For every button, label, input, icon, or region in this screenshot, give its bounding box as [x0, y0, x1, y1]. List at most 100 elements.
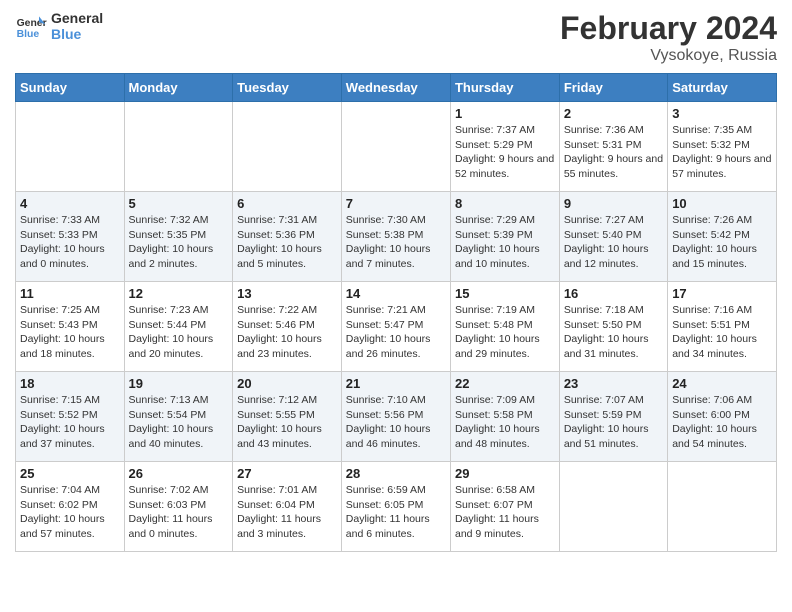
- weekday-header-row: SundayMondayTuesdayWednesdayThursdayFrid…: [16, 74, 777, 102]
- day-number: 9: [564, 196, 663, 211]
- day-cell: 24 Sunrise: 7:06 AM Sunset: 6:00 PM Dayli…: [668, 372, 777, 462]
- day-info: Sunrise: 7:36 AM Sunset: 5:31 PM Dayligh…: [564, 123, 663, 182]
- location: Vysokoye, Russia: [560, 47, 777, 65]
- day-cell: 10 Sunrise: 7:26 AM Sunset: 5:42 PM Dayli…: [668, 192, 777, 282]
- day-info: Sunrise: 7:02 AM Sunset: 6:03 PM Dayligh…: [129, 483, 229, 542]
- day-number: 21: [346, 376, 446, 391]
- day-cell: 7 Sunrise: 7:30 AM Sunset: 5:38 PM Daylig…: [341, 192, 450, 282]
- day-number: 10: [672, 196, 772, 211]
- day-info: Sunrise: 7:15 AM Sunset: 5:52 PM Dayligh…: [20, 393, 120, 452]
- day-number: 28: [346, 466, 446, 481]
- day-cell: 2 Sunrise: 7:36 AM Sunset: 5:31 PM Daylig…: [559, 102, 667, 192]
- day-cell: 21 Sunrise: 7:10 AM Sunset: 5:56 PM Dayli…: [341, 372, 450, 462]
- day-info: Sunrise: 7:31 AM Sunset: 5:36 PM Dayligh…: [237, 213, 337, 272]
- day-number: 3: [672, 106, 772, 121]
- logo: General Blue General Blue: [15, 10, 103, 42]
- day-number: 2: [564, 106, 663, 121]
- day-number: 18: [20, 376, 120, 391]
- day-info: Sunrise: 7:35 AM Sunset: 5:32 PM Dayligh…: [672, 123, 772, 182]
- day-cell: 9 Sunrise: 7:27 AM Sunset: 5:40 PM Daylig…: [559, 192, 667, 282]
- day-number: 7: [346, 196, 446, 211]
- day-cell: 14Sunrise: 7:21 AM Sunset: 5:47 PM Dayli…: [341, 282, 450, 372]
- logo-icon: General Blue: [15, 10, 47, 42]
- day-number: 20: [237, 376, 337, 391]
- month-year: February 2024: [560, 10, 777, 47]
- day-info: Sunrise: 7:32 AM Sunset: 5:35 PM Dayligh…: [129, 213, 229, 272]
- day-info: Sunrise: 7:16 AM Sunset: 5:51 PM Dayligh…: [672, 303, 772, 362]
- day-info: Sunrise: 7:10 AM Sunset: 5:56 PM Dayligh…: [346, 393, 446, 452]
- day-info: Sunrise: 7:19 AM Sunset: 5:48 PM Dayligh…: [455, 303, 555, 362]
- day-cell: 13 Sunrise: 7:22 AM Sunset: 5:46 PM Dayli…: [233, 282, 342, 372]
- day-info: Sunrise: 7:06 AM Sunset: 6:00 PM Dayligh…: [672, 393, 772, 452]
- day-cell: 15 Sunrise: 7:19 AM Sunset: 5:48 PM Dayli…: [450, 282, 559, 372]
- day-cell: 26 Sunrise: 7:02 AM Sunset: 6:03 PM Dayli…: [124, 462, 233, 552]
- day-number: 15: [455, 286, 555, 301]
- day-cell: 28 Sunrise: 6:59 AM Sunset: 6:05 PM Dayli…: [341, 462, 450, 552]
- day-number: 29: [455, 466, 555, 481]
- day-number: 23: [564, 376, 663, 391]
- day-cell: [233, 102, 342, 192]
- weekday-header-tuesday: Tuesday: [233, 74, 342, 102]
- day-cell: 29 Sunrise: 6:58 AM Sunset: 6:07 PM Dayli…: [450, 462, 559, 552]
- day-info: Sunrise: 7:13 AM Sunset: 5:54 PM Dayligh…: [129, 393, 229, 452]
- day-number: 6: [237, 196, 337, 211]
- day-cell: [341, 102, 450, 192]
- week-row-5: 25 Sunrise: 7:04 AM Sunset: 6:02 PM Dayli…: [16, 462, 777, 552]
- day-info: Sunrise: 7:37 AM Sunset: 5:29 PM Dayligh…: [455, 123, 555, 182]
- day-info: Sunrise: 6:59 AM Sunset: 6:05 PM Dayligh…: [346, 483, 446, 542]
- weekday-header-thursday: Thursday: [450, 74, 559, 102]
- weekday-header-wednesday: Wednesday: [341, 74, 450, 102]
- day-number: 22: [455, 376, 555, 391]
- logo-general: General: [51, 10, 103, 26]
- day-number: 13: [237, 286, 337, 301]
- day-info: Sunrise: 6:58 AM Sunset: 6:07 PM Dayligh…: [455, 483, 555, 542]
- day-number: 8: [455, 196, 555, 211]
- day-number: 19: [129, 376, 229, 391]
- day-cell: [16, 102, 125, 192]
- day-cell: 6 Sunrise: 7:31 AM Sunset: 5:36 PM Daylig…: [233, 192, 342, 282]
- day-number: 16: [564, 286, 663, 301]
- week-row-4: 18 Sunrise: 7:15 AM Sunset: 5:52 PM Dayli…: [16, 372, 777, 462]
- day-cell: 23 Sunrise: 7:07 AM Sunset: 5:59 PM Dayli…: [559, 372, 667, 462]
- day-number: 25: [20, 466, 120, 481]
- day-info: Sunrise: 7:29 AM Sunset: 5:39 PM Dayligh…: [455, 213, 555, 272]
- weekday-header-monday: Monday: [124, 74, 233, 102]
- day-info: Sunrise: 7:07 AM Sunset: 5:59 PM Dayligh…: [564, 393, 663, 452]
- day-cell: [124, 102, 233, 192]
- day-number: 26: [129, 466, 229, 481]
- day-cell: [668, 462, 777, 552]
- week-row-3: 11 Sunrise: 7:25 AM Sunset: 5:43 PM Dayli…: [16, 282, 777, 372]
- day-info: Sunrise: 7:12 AM Sunset: 5:55 PM Dayligh…: [237, 393, 337, 452]
- day-number: 12: [129, 286, 229, 301]
- svg-text:General: General: [17, 18, 47, 29]
- day-info: Sunrise: 7:25 AM Sunset: 5:43 PM Dayligh…: [20, 303, 120, 362]
- day-cell: 4Sunrise: 7:33 AM Sunset: 5:33 PM Daylig…: [16, 192, 125, 282]
- weekday-header-friday: Friday: [559, 74, 667, 102]
- day-info: Sunrise: 7:33 AM Sunset: 5:33 PM Dayligh…: [20, 213, 120, 272]
- day-cell: [559, 462, 667, 552]
- day-cell: 11 Sunrise: 7:25 AM Sunset: 5:43 PM Dayli…: [16, 282, 125, 372]
- day-info: Sunrise: 7:23 AM Sunset: 5:44 PM Dayligh…: [129, 303, 229, 362]
- calendar-table: SundayMondayTuesdayWednesdayThursdayFrid…: [15, 73, 777, 552]
- day-number: 27: [237, 466, 337, 481]
- day-cell: 18 Sunrise: 7:15 AM Sunset: 5:52 PM Dayli…: [16, 372, 125, 462]
- day-number: 17: [672, 286, 772, 301]
- day-info: Sunrise: 7:09 AM Sunset: 5:58 PM Dayligh…: [455, 393, 555, 452]
- day-info: Sunrise: 7:01 AM Sunset: 6:04 PM Dayligh…: [237, 483, 337, 542]
- logo-blue: Blue: [51, 26, 103, 42]
- day-cell: 19 Sunrise: 7:13 AM Sunset: 5:54 PM Dayli…: [124, 372, 233, 462]
- day-cell: 8 Sunrise: 7:29 AM Sunset: 5:39 PM Daylig…: [450, 192, 559, 282]
- weekday-header-sunday: Sunday: [16, 74, 125, 102]
- day-number: 5: [129, 196, 229, 211]
- day-info: Sunrise: 7:04 AM Sunset: 6:02 PM Dayligh…: [20, 483, 120, 542]
- day-info: Sunrise: 7:27 AM Sunset: 5:40 PM Dayligh…: [564, 213, 663, 272]
- day-cell: 3 Sunrise: 7:35 AM Sunset: 5:32 PM Daylig…: [668, 102, 777, 192]
- page-header: General Blue General Blue February 2024 …: [15, 10, 777, 65]
- day-info: Sunrise: 7:22 AM Sunset: 5:46 PM Dayligh…: [237, 303, 337, 362]
- day-info: Sunrise: 7:26 AM Sunset: 5:42 PM Dayligh…: [672, 213, 772, 272]
- day-cell: 5 Sunrise: 7:32 AM Sunset: 5:35 PM Daylig…: [124, 192, 233, 282]
- day-number: 24: [672, 376, 772, 391]
- day-number: 11: [20, 286, 120, 301]
- day-info: Sunrise: 7:30 AM Sunset: 5:38 PM Dayligh…: [346, 213, 446, 272]
- svg-text:Blue: Blue: [17, 29, 40, 40]
